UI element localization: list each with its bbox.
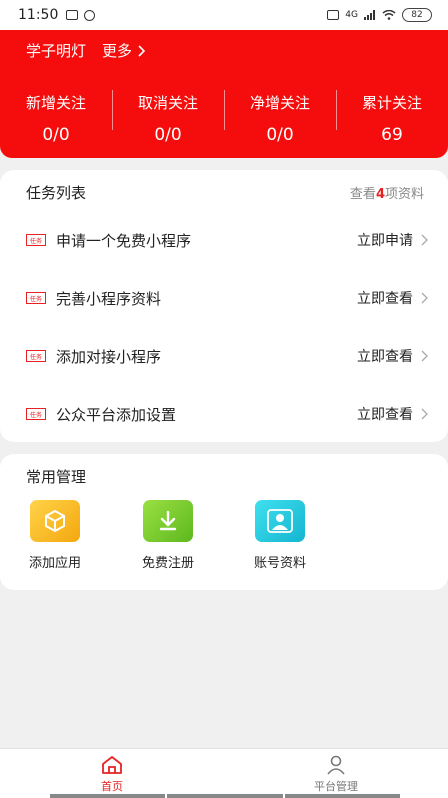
brand-title: 学子明灯 (26, 42, 87, 60)
tool-free-register[interactable]: 免费注册 (128, 500, 208, 571)
task-row[interactable]: 任务 添加对接小程序 立即查看 (0, 336, 448, 376)
task-row[interactable]: 任务 申请一个免费小程序 立即申请 (0, 220, 448, 260)
stat-cancel-follow[interactable]: 取消关注 0/0 (112, 88, 224, 148)
task-name: 公众平台添加设置 (56, 405, 177, 424)
header: 学子明灯 更多 新增关注 0/0 取消关注 0/0 净增关注 0/0 累计关注 … (0, 30, 448, 158)
task-row[interactable]: 任务 完善小程序资料 立即查看 (0, 278, 448, 318)
view-prefix: 查看 (349, 187, 376, 202)
task-row[interactable]: 任务 公众平台添加设置 立即查看 (0, 394, 448, 434)
view-suffix: 项资料 (384, 187, 424, 202)
view-count: 4 (375, 187, 385, 202)
stat-value: 69 (381, 124, 403, 145)
home-icon (102, 756, 122, 774)
gallery-icon (66, 10, 79, 20)
stat-label: 净增关注 (249, 93, 310, 112)
view-all-link[interactable]: 查看4项资料 (350, 183, 424, 202)
tab-platform-management[interactable]: 平台管理 (224, 749, 448, 798)
chevron-right-icon (138, 44, 146, 57)
video-icon (84, 9, 96, 21)
chevron-right-icon (421, 350, 428, 362)
task-action[interactable]: 立即申请 (357, 230, 428, 250)
battery-level: 82 (411, 10, 423, 20)
stat-label: 累计关注 (361, 93, 422, 112)
more-link[interactable]: 更多 (102, 40, 146, 61)
home-indicator[interactable] (50, 794, 400, 798)
task-action[interactable]: 立即查看 (357, 346, 428, 366)
chevron-right-icon (421, 292, 428, 304)
task-list-title: 任务列表 (26, 184, 87, 202)
task-list-card: 任务列表 查看4项资料 任务 申请一个免费小程序 立即申请 任务 完善小程序资料… (0, 170, 448, 442)
box-icon (30, 500, 80, 542)
task-action[interactable]: 立即查看 (357, 404, 428, 424)
wifi-icon (382, 10, 396, 20)
tab-bar: 首页 平台管理 (0, 748, 448, 798)
tools-title: 常用管理 (26, 468, 87, 486)
chevron-right-icon (421, 234, 428, 246)
stat-value: 0/0 (154, 124, 182, 145)
status-time: 11:50 (18, 7, 59, 23)
task-name: 完善小程序资料 (56, 289, 162, 308)
task-action-label: 立即查看 (357, 407, 413, 423)
download-icon (143, 500, 193, 542)
stats-row: 新增关注 0/0 取消关注 0/0 净增关注 0/0 累计关注 69 (0, 88, 448, 148)
tool-account-info[interactable]: 账号资料 (240, 500, 320, 571)
stat-value: 0/0 (42, 124, 70, 145)
tool-label: 账号资料 (253, 556, 306, 571)
stat-value: 0/0 (266, 124, 294, 145)
task-action-label: 立即查看 (357, 349, 413, 365)
stat-new-follow[interactable]: 新增关注 0/0 (0, 88, 112, 148)
battery-icon: 82 (402, 8, 432, 22)
tool-grid: 添加应用 免费注册 账号资料 (0, 500, 448, 586)
status-bar: 11:50 4G 82 (0, 0, 448, 30)
tool-label: 添加应用 (28, 556, 81, 571)
signal-icon (364, 10, 375, 20)
stat-total-follow[interactable]: 累计关注 69 (336, 88, 448, 148)
tab-label: 首页 (101, 780, 123, 793)
task-action-label: 立即查看 (357, 291, 413, 307)
task-action[interactable]: 立即查看 (357, 288, 428, 308)
task-name: 添加对接小程序 (56, 347, 162, 366)
network-label: 4G (345, 10, 358, 20)
task-tag-icon: 任务 (26, 408, 46, 420)
task-tag-icon: 任务 (26, 292, 46, 304)
chevron-right-icon (421, 408, 428, 420)
tab-home[interactable]: 首页 (0, 749, 224, 798)
user-icon (255, 500, 305, 542)
person-icon (327, 755, 345, 775)
task-tag-icon: 任务 (26, 350, 46, 362)
tool-add-app[interactable]: 添加应用 (15, 500, 95, 571)
tool-label: 免费注册 (141, 556, 194, 571)
common-tools-card: 常用管理 添加应用 免费注册 账号资料 (0, 454, 448, 590)
stat-net-follow[interactable]: 净增关注 0/0 (224, 88, 336, 148)
stat-label: 取消关注 (137, 93, 198, 112)
task-name: 申请一个免费小程序 (56, 231, 192, 250)
hd-icon (327, 10, 340, 20)
stat-label: 新增关注 (25, 93, 86, 112)
task-action-label: 立即申请 (357, 233, 413, 249)
task-tag-icon: 任务 (26, 234, 46, 246)
more-label: 更多 (102, 42, 133, 60)
tab-label: 平台管理 (314, 780, 358, 793)
